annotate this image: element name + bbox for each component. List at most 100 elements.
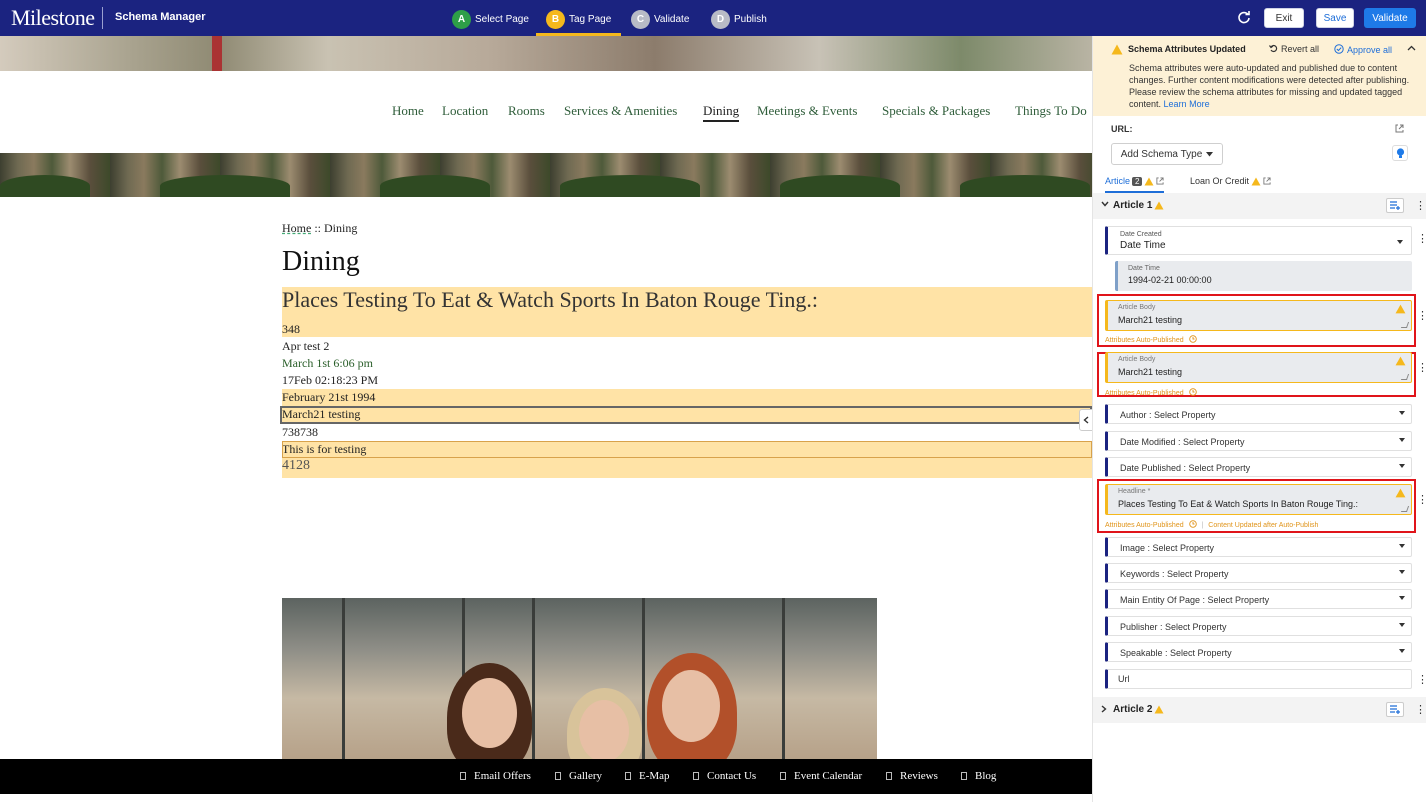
content-line[interactable]: March 1st 6:06 pm (282, 356, 373, 371)
external-link-icon[interactable] (1156, 177, 1165, 185)
field-value: 1994-02-21 00:00:00 (1128, 275, 1212, 285)
playlist-add-icon (1389, 705, 1400, 714)
speakable-select[interactable]: Speakable : Select Property (1105, 642, 1412, 662)
learn-more-link[interactable]: Learn More (1164, 99, 1210, 109)
nav-location[interactable]: Location (442, 103, 488, 119)
selected-element-outline (280, 406, 1092, 424)
article-1-header[interactable]: Article 1 ⋮ (1093, 193, 1426, 219)
field-label: Date Published : Select Property (1120, 463, 1251, 473)
headline-field[interactable]: Headline * Places Testing To Eat & Watch… (1105, 484, 1412, 515)
article-body-field[interactable]: Article Body March21 testing (1105, 352, 1412, 383)
footer-email-offers[interactable]: Email Offers (460, 770, 531, 782)
refresh-icon[interactable] (1237, 10, 1251, 24)
nav-home[interactable]: Home (392, 103, 424, 119)
date-created-field[interactable]: Date Created Date Time (1105, 226, 1412, 255)
save-button[interactable]: Save (1316, 8, 1354, 28)
article-body-field[interactable]: Article Body March21 testing (1105, 300, 1412, 331)
content-line[interactable]: 738738 (282, 425, 318, 440)
step-c-badge: C (631, 9, 650, 29)
kebab-menu-icon[interactable]: ⋮ (1417, 309, 1426, 322)
approve-all-button[interactable]: Approve all (1334, 44, 1392, 55)
status-text: Attributes Auto-Published (1105, 390, 1184, 397)
step-tag-page[interactable]: B Tag Page (535, 8, 622, 36)
content-line[interactable]: Apr test 2 (282, 339, 329, 354)
caret-down-icon (1206, 151, 1214, 156)
field-label: Headline * (1118, 488, 1151, 495)
undo-icon (1269, 44, 1278, 53)
footer-emap[interactable]: E-Map (625, 770, 670, 782)
tab-loan-or-credit[interactable]: Loan Or Credit (1190, 176, 1271, 186)
exit-button[interactable]: Exit (1264, 8, 1304, 28)
step-publish[interactable]: D Publish (711, 8, 767, 30)
step-validate[interactable]: C Validate (631, 8, 689, 30)
content-line[interactable]: 348 (282, 322, 300, 337)
article-1-title: Article 1 (1113, 200, 1164, 211)
validate-button[interactable]: Validate (1364, 8, 1416, 28)
nav-rooms[interactable]: Rooms (508, 103, 545, 119)
date-published-select[interactable]: Date Published : Select Property (1105, 457, 1412, 477)
publisher-select[interactable]: Publisher : Select Property (1105, 616, 1412, 636)
clock-icon (1188, 520, 1197, 528)
kebab-menu-icon[interactable]: ⋮ (1417, 361, 1426, 374)
field-label: Image : Select Property (1120, 543, 1215, 553)
author-select[interactable]: Author : Select Property (1105, 404, 1412, 424)
content-line[interactable]: February 21st 1994 (282, 390, 375, 405)
dining-photo (282, 598, 877, 765)
resize-handle[interactable] (1400, 322, 1410, 328)
approve-label: Approve all (1347, 45, 1393, 55)
url-field[interactable]: Url (1105, 669, 1412, 689)
date-time-field[interactable]: Date Time 1994-02-21 00:00:00 (1115, 261, 1412, 291)
hero-detail (380, 175, 490, 197)
nav-specials[interactable]: Specials & Packages (882, 103, 990, 119)
schema-updated-notice: Schema Attributes Updated Revert all App… (1093, 36, 1426, 116)
section-label: Article 2 (1113, 704, 1153, 715)
website-preview: Home Location Rooms Services & Amenities… (0, 36, 1092, 802)
external-link-icon[interactable] (1395, 124, 1404, 133)
nav-meetings[interactable]: Meetings & Events (757, 103, 857, 119)
schema-panel: Schema Attributes Updated Revert all App… (1092, 36, 1426, 802)
date-modified-select[interactable]: Date Modified : Select Property (1105, 431, 1412, 451)
footer-gallery[interactable]: Gallery (555, 770, 602, 782)
nav-things-to-do[interactable]: Things To Do (1015, 103, 1087, 119)
footer-event-calendar[interactable]: Event Calendar (780, 770, 862, 782)
nav-services[interactable]: Services & Amenities (564, 103, 677, 119)
hint-button[interactable] (1392, 145, 1408, 161)
photo-detail (579, 700, 629, 762)
resize-handle[interactable] (1400, 506, 1410, 512)
footer-label: Event Calendar (794, 770, 863, 782)
breadcrumb-home[interactable]: Home (282, 221, 311, 235)
external-link-icon[interactable] (1263, 177, 1271, 185)
step-select-page[interactable]: A Select Page (452, 8, 529, 30)
content-headline[interactable]: Places Testing To Eat & Watch Sports In … (282, 287, 818, 313)
footer-contact-us[interactable]: Contact Us (693, 770, 756, 782)
content-line[interactable]: 4128 (282, 458, 310, 474)
kebab-menu-icon[interactable]: ⋮ (1415, 199, 1426, 212)
footer-blog[interactable]: Blog (961, 770, 996, 782)
image-select[interactable]: Image : Select Property (1105, 537, 1412, 557)
kebab-menu-icon[interactable]: ⋮ (1417, 493, 1426, 506)
tab-article[interactable]: Article 2 (1105, 176, 1165, 193)
page-title: Dining (282, 246, 360, 277)
caret-down-icon (1399, 411, 1405, 415)
add-property-button[interactable] (1386, 702, 1404, 717)
clock-icon (1188, 388, 1197, 396)
collapse-panel-button[interactable] (1079, 409, 1092, 431)
revert-all-button[interactable]: Revert all (1269, 44, 1319, 54)
article-2-header[interactable]: Article 2 ⋮ (1093, 697, 1426, 723)
add-property-button[interactable] (1386, 198, 1404, 213)
keywords-select[interactable]: Keywords : Select Property (1105, 563, 1412, 583)
kebab-menu-icon[interactable]: ⋮ (1415, 703, 1426, 716)
hero-image-top (0, 36, 1092, 71)
field-label: Keywords : Select Property (1120, 569, 1229, 579)
hero-detail (160, 175, 290, 197)
add-schema-type-dropdown[interactable]: Add Schema Type (1111, 143, 1223, 165)
collapse-notice-chevron-icon[interactable] (1407, 43, 1416, 53)
footer-reviews[interactable]: Reviews (886, 770, 938, 782)
kebab-menu-icon[interactable]: ⋮ (1417, 673, 1426, 686)
nav-dining[interactable]: Dining (703, 103, 740, 122)
main-entity-select[interactable]: Main Entity Of Page : Select Property (1105, 589, 1412, 609)
resize-handle[interactable] (1400, 374, 1410, 380)
kebab-menu-icon[interactable]: ⋮ (1417, 232, 1426, 245)
content-line[interactable]: 17Feb 02:18:23 PM (282, 373, 378, 388)
box-icon (886, 772, 892, 780)
